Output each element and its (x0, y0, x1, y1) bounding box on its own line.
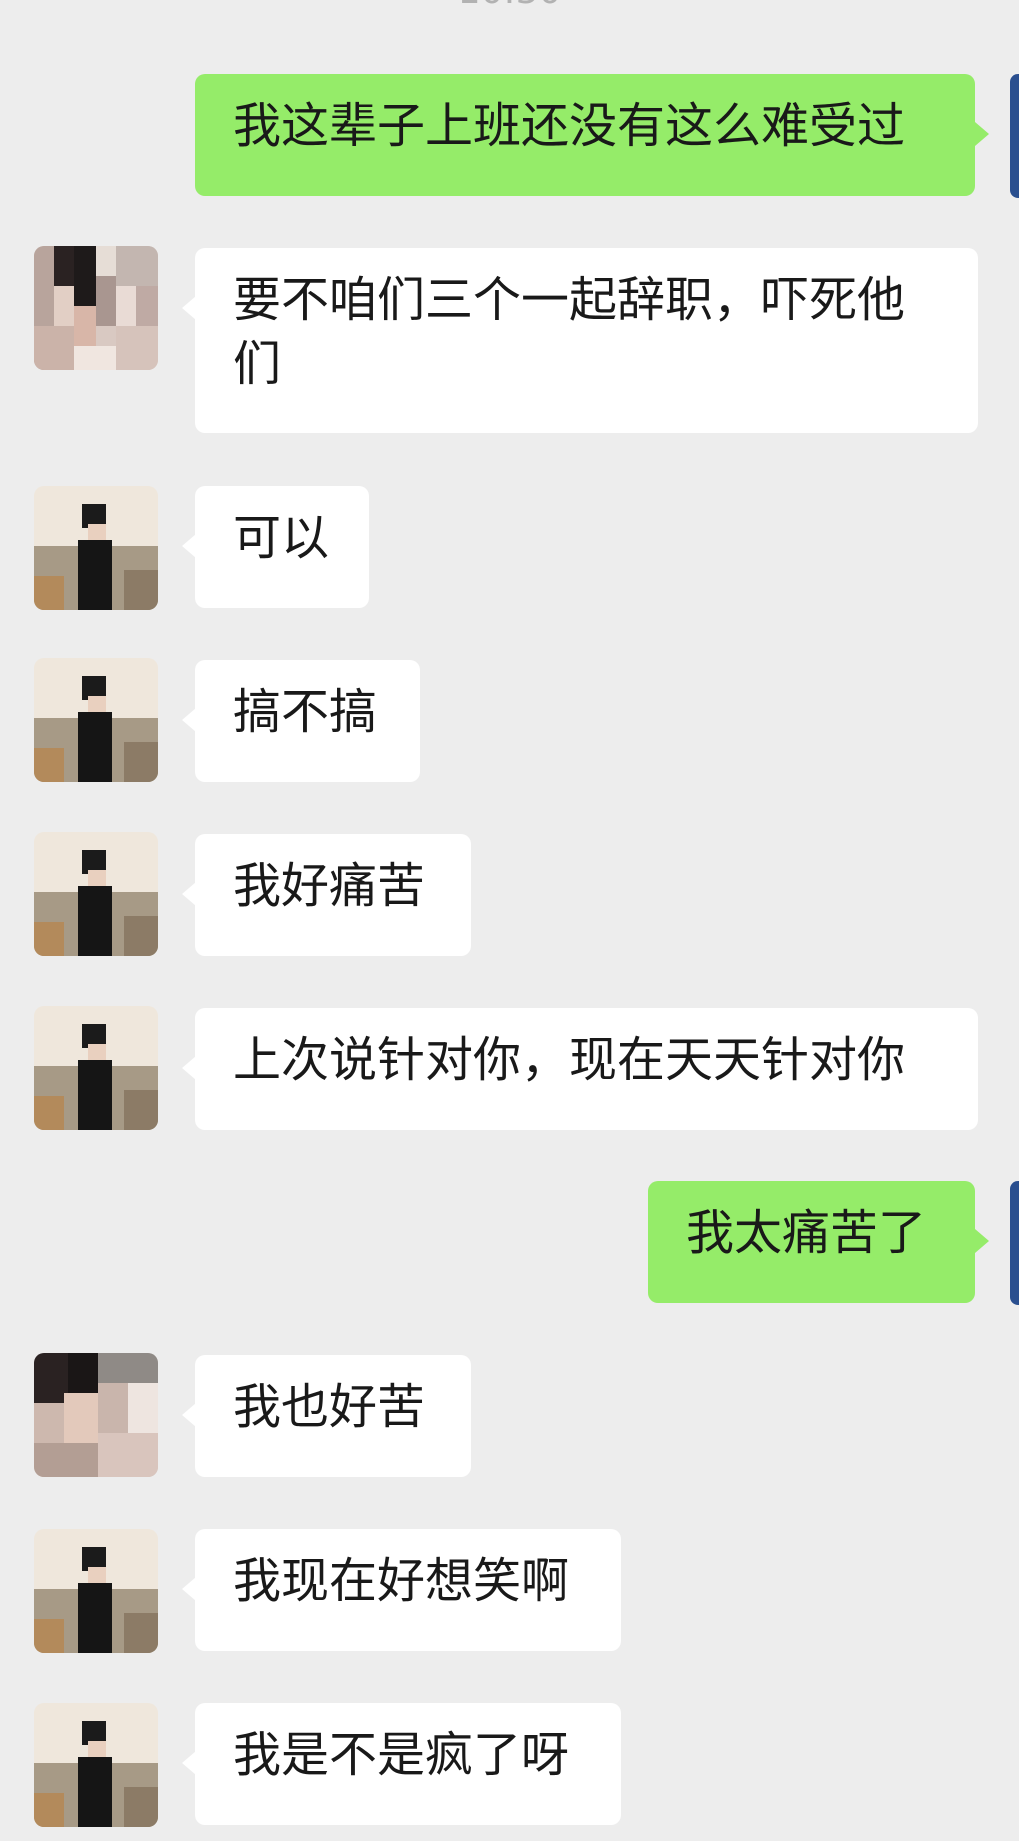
chat-view[interactable]: 10:30 我这辈子上班还没有这么难受过 (0, 0, 1019, 1841)
message-bubble[interactable]: 可以 (195, 486, 369, 608)
bubble-tail (975, 1229, 989, 1253)
bubble-tail (182, 1056, 196, 1080)
message-text: 我也好苦 (233, 1379, 426, 1435)
message-text: 我太痛苦了 (686, 1205, 927, 1261)
message-text: 我好痛苦 (233, 858, 426, 914)
message-timestamp: 10:30 (0, 0, 1019, 12)
bubble-tail (182, 882, 196, 906)
bubble-tail (182, 708, 196, 732)
message-text: 可以 (233, 510, 330, 566)
bubble-tail (182, 1403, 196, 1427)
message-bubble[interactable]: 要不咱们三个一起辞职，吓死他们 (195, 248, 978, 433)
message-bubble[interactable]: 我好痛苦 (195, 834, 471, 956)
avatar-group-photo[interactable] (34, 1353, 158, 1477)
avatar-woman-desert[interactable] (34, 1703, 158, 1827)
message-bubble[interactable]: 我这辈子上班还没有这么难受过 (195, 74, 975, 196)
avatar-woman-desert[interactable] (34, 1006, 158, 1130)
avatar-group-photo[interactable] (34, 246, 158, 370)
message-bubble[interactable]: 我太痛苦了 (648, 1181, 975, 1303)
bubble-tail (975, 122, 989, 146)
message-text: 我现在好想笑啊 (233, 1553, 570, 1609)
bubble-tail (182, 1751, 196, 1775)
message-bubble[interactable]: 搞不搞 (195, 660, 420, 782)
avatar-woman-desert[interactable] (34, 658, 158, 782)
avatar-woman-desert[interactable] (34, 832, 158, 956)
message-bubble[interactable]: 我也好苦 (195, 1355, 471, 1477)
bubble-tail (182, 1577, 196, 1601)
bubble-tail (182, 296, 196, 320)
bubble-tail (182, 534, 196, 558)
message-bubble[interactable]: 我现在好想笑啊 (195, 1529, 621, 1651)
message-text: 我是不是疯了呀 (233, 1727, 570, 1783)
message-text: 上次说针对你，现在天天针对你 (233, 1032, 906, 1088)
message-bubble[interactable]: 上次说针对你，现在天天针对你 (195, 1008, 978, 1130)
self-avatar[interactable] (1010, 74, 1019, 198)
message-text: 要不咱们三个一起辞职，吓死他们 (233, 272, 906, 392)
avatar-woman-desert[interactable] (34, 1529, 158, 1653)
message-text: 我这辈子上班还没有这么难受过 (233, 98, 906, 154)
message-text: 搞不搞 (233, 684, 378, 740)
message-bubble[interactable]: 我是不是疯了呀 (195, 1703, 621, 1825)
avatar-woman-desert[interactable] (34, 486, 158, 610)
self-avatar[interactable] (1010, 1181, 1019, 1305)
